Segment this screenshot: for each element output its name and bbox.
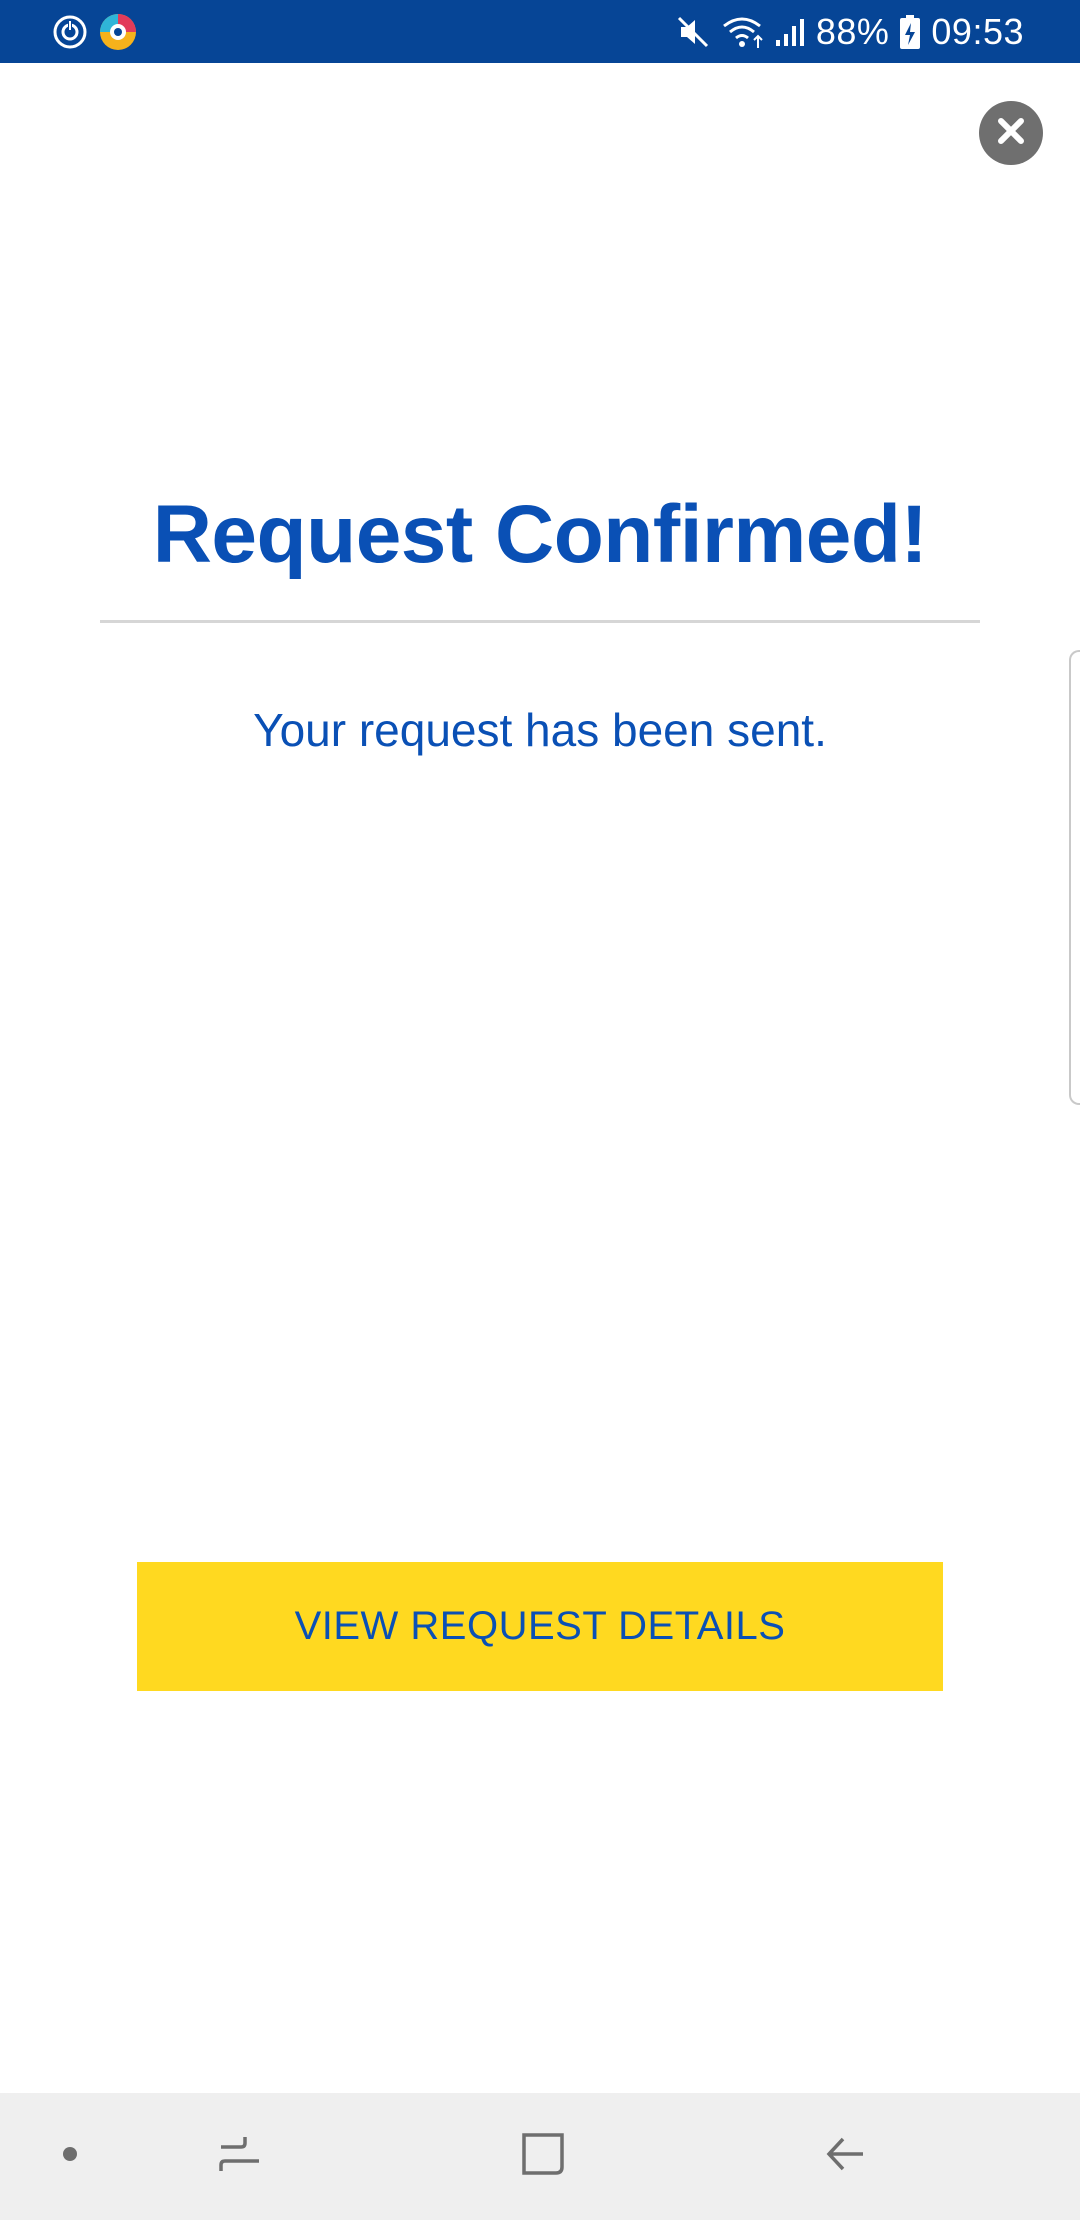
close-button[interactable] [979,101,1043,165]
navigation-bar [0,2093,1080,2220]
status-bar: 88% 09:53 [0,0,1080,63]
signal-icon [774,16,806,48]
view-request-details-button[interactable]: VIEW REQUEST DETAILS [137,1562,943,1691]
status-bar-left [52,12,138,52]
battery-percent: 88% [815,11,890,52]
sync-icon [52,14,88,50]
mute-icon [676,15,710,49]
divider [100,620,980,623]
nav-dot-button[interactable] [40,2093,100,2220]
close-icon [996,116,1026,151]
recent-apps-button[interactable] [200,2093,280,2220]
home-icon [520,2131,566,2182]
back-button[interactable] [806,2093,886,2220]
dot-icon [62,2146,78,2167]
confirmation-message: Your request has been sent. [253,704,827,756]
clock: 09:53 [931,11,1024,52]
recent-apps-icon [217,2131,263,2182]
battery-charging-icon [899,14,921,50]
status-bar-right: 88% 09:53 [676,10,1024,54]
app-notification-icon [98,12,138,52]
home-button[interactable] [503,2093,583,2220]
wifi-icon [720,14,764,50]
back-icon [823,2131,869,2182]
page-title: Request Confirmed! [152,489,928,580]
